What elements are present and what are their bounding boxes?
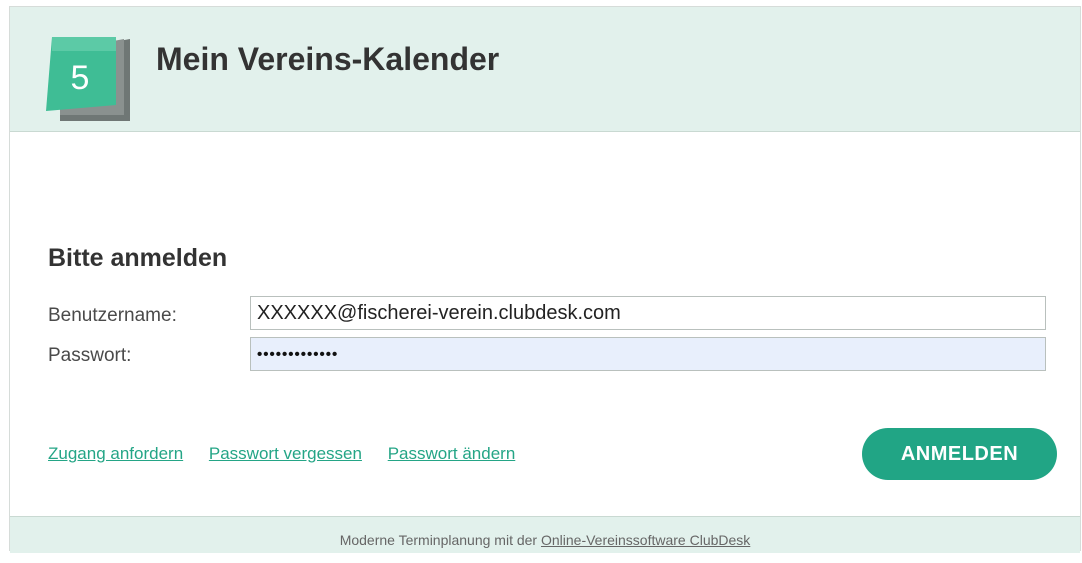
logo-number: 5 [71, 59, 90, 97]
change-password-link[interactable]: Passwort ändern [388, 444, 516, 463]
login-heading: Bitte anmelden [48, 244, 228, 272]
password-label: Passwort: [48, 345, 132, 366]
login-button[interactable]: ANMELDEN [862, 428, 1057, 480]
app-title: Mein Vereins-Kalender [156, 41, 500, 77]
page-footer: Moderne Terminplanung mit der Online-Ver… [10, 516, 1080, 553]
calendar-page-icon: 5 [46, 37, 130, 121]
request-access-link[interactable]: Zugang anfordern [48, 444, 183, 463]
username-label: Benutzername: [48, 305, 177, 326]
login-page: 5 Mein Vereins-Kalender Bitte anmelden B… [9, 6, 1081, 553]
forgot-password-link[interactable]: Passwort vergessen [209, 444, 362, 463]
footer-text: Moderne Terminplanung mit der [339, 532, 538, 548]
app-header: 5 Mein Vereins-Kalender [10, 7, 1080, 132]
username-input[interactable] [250, 296, 1046, 330]
clubdesk-link[interactable]: Online-Vereinssoftware ClubDesk [541, 532, 750, 548]
password-input[interactable] [250, 337, 1046, 371]
account-links: Zugang anfordern Passwort vergessen Pass… [48, 444, 536, 464]
